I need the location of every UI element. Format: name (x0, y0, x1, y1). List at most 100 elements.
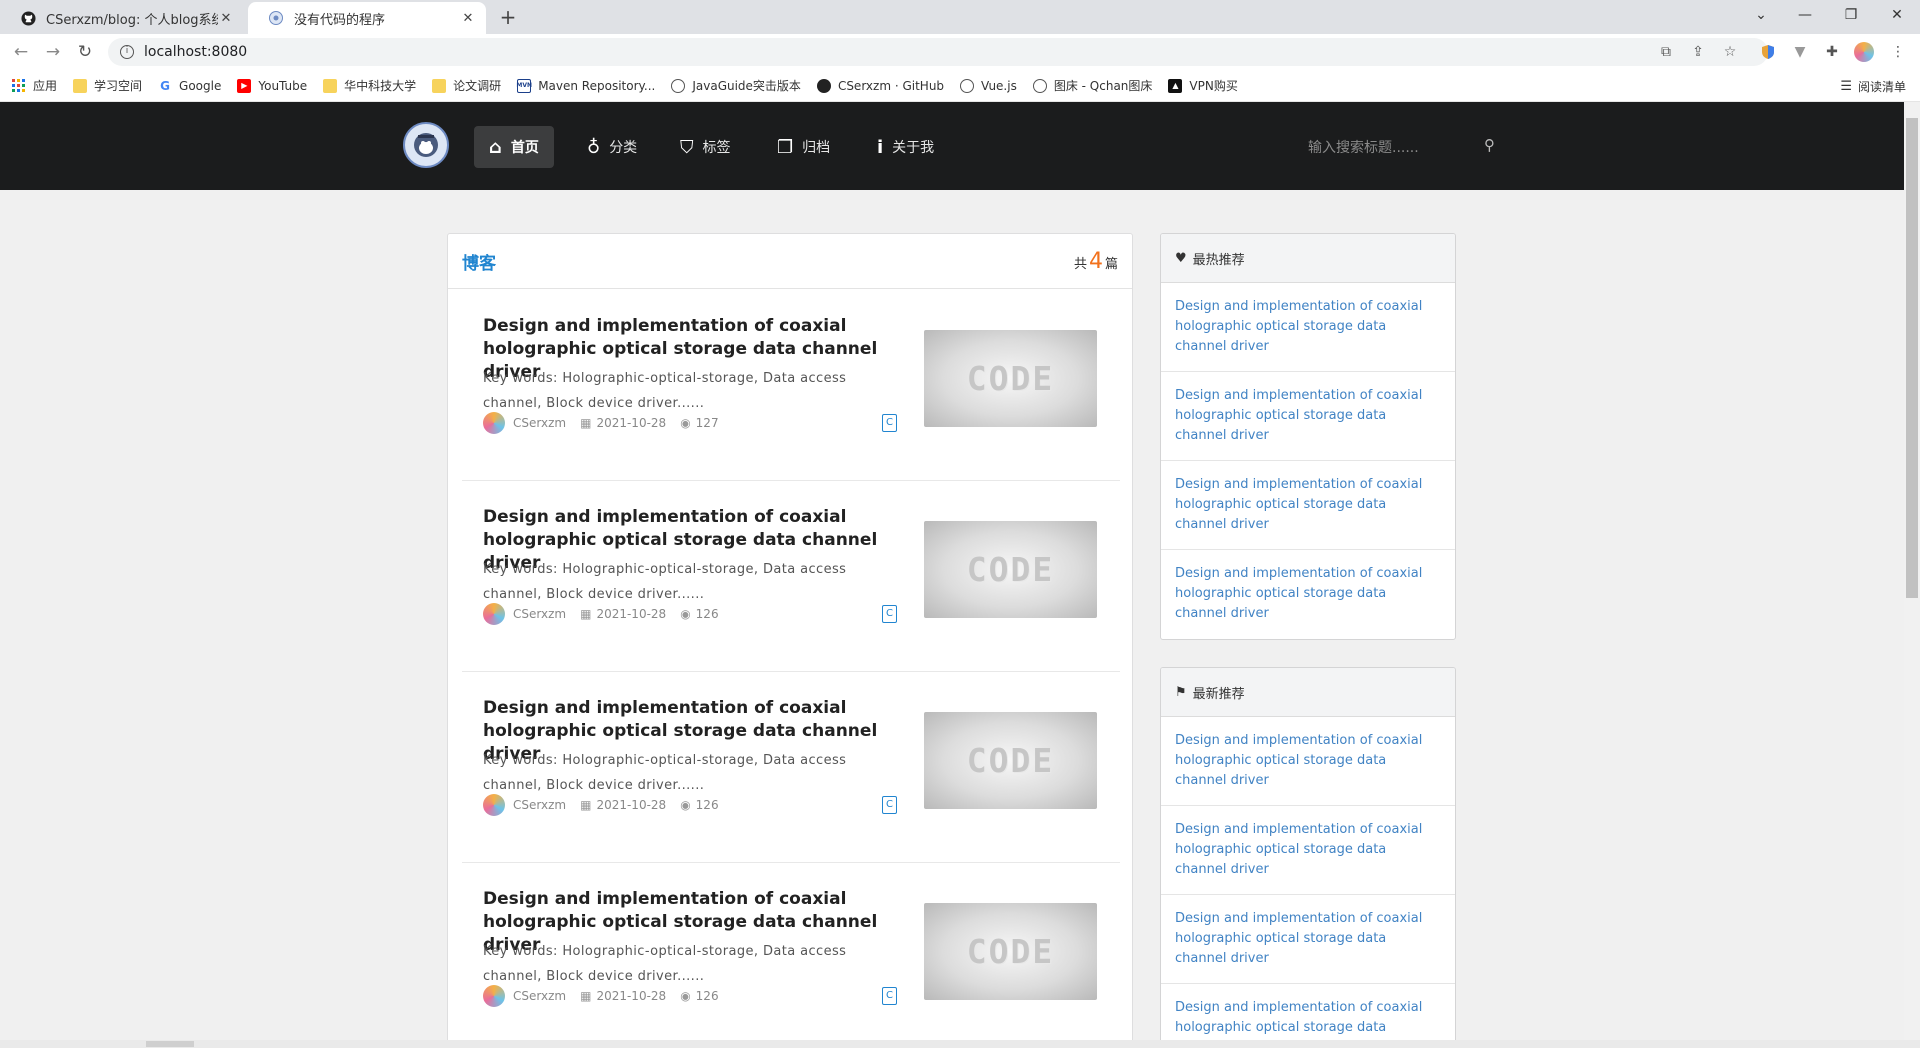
nav-about[interactable]: i 关于我 (862, 126, 949, 168)
back-icon[interactable]: ← (10, 41, 32, 63)
search-placeholder: 输入搜索标题...... (1308, 140, 1419, 156)
post-thumbnail[interactable]: CODE (924, 330, 1097, 427)
post-thumbnail[interactable]: CODE (924, 521, 1097, 618)
search-input[interactable]: 输入搜索标题...... (1308, 133, 1508, 161)
post-meta: CSerxzm ▦ 2021-10-28 ◉ 126 (483, 985, 733, 1007)
share-icon[interactable]: ⇪ (1688, 42, 1708, 62)
recommend-link[interactable]: Design and implementation of coaxial hol… (1161, 717, 1455, 806)
bookmark-folder[interactable]: 学习空间 (73, 77, 142, 94)
avatar (483, 412, 505, 434)
reading-list[interactable]: ☰ 阅读清单 (1840, 78, 1906, 95)
site-logo[interactable] (403, 122, 449, 168)
views-text: 127 (695, 416, 719, 430)
bookmark-label: 应用 (33, 79, 58, 93)
post-excerpt: Key words: Holographic-optical-storage, … (483, 753, 847, 793)
count-suffix: 篇 (1104, 256, 1118, 272)
avatar (483, 603, 505, 625)
bookmark-vue[interactable]: Vue.js (960, 78, 1017, 93)
forward-icon[interactable]: → (42, 41, 64, 63)
tags-icon: ⛉ (680, 136, 694, 158)
panel-header: ⚑ 最新推荐 (1161, 668, 1455, 717)
recommend-link[interactable]: Design and implementation of coaxial hol… (1161, 550, 1455, 639)
nav-label: 标签 (702, 140, 731, 156)
post-meta: CSerxzm ▦ 2021-10-28 ◉ 126 (483, 794, 733, 816)
bookmark-vpn[interactable]: ▲ VPN购买 (1168, 77, 1238, 94)
recommend-link[interactable]: Design and implementation of coaxial hol… (1161, 806, 1455, 895)
calendar-icon: ▦ (580, 607, 592, 621)
post-author: CSerxzm (513, 798, 567, 812)
menu-dots-icon[interactable]: ⋮ (1888, 42, 1908, 62)
tab-search-icon[interactable]: ⌄ (1738, 0, 1784, 30)
recommend-link[interactable]: Design and implementation of coaxial hol… (1161, 895, 1455, 984)
extension-shield-icon[interactable] (1758, 42, 1778, 62)
nav-home[interactable]: ⌂ 首页 (474, 126, 554, 168)
nav-category[interactable]: ♁ 分类 (572, 126, 652, 168)
bookmark-label: 华中科技大学 (344, 79, 417, 93)
bookmark-qchan[interactable]: 图床 - Qchan图床 (1032, 77, 1152, 94)
horizontal-scrollbar[interactable] (0, 1040, 1920, 1048)
new-tab-button[interactable]: + (496, 6, 520, 30)
star-icon[interactable]: ☆ (1720, 42, 1740, 62)
views-text: 126 (695, 607, 719, 621)
profile-avatar[interactable] (1854, 42, 1874, 62)
bookmark-google[interactable]: G Google (158, 79, 221, 93)
scrollbar-thumb[interactable] (146, 1041, 194, 1047)
close-icon[interactable]: ✕ (218, 11, 234, 26)
bookmark-label: CSerxzm · GitHub (837, 78, 945, 93)
bookmark-apps[interactable]: 应用 (12, 77, 57, 94)
post-item: Design and implementation of coaxial hol… (462, 672, 1120, 863)
github-icon (20, 10, 36, 26)
bookmark-javaguide[interactable]: JavaGuide突击版本 (671, 77, 801, 94)
puzzle-icon[interactable]: ✚ (1822, 42, 1842, 62)
search-icon[interactable]: ⚲ (1484, 136, 1495, 154)
bookmark-youtube[interactable]: ▶ YouTube (237, 78, 307, 93)
extension-filter-icon[interactable]: ▼ (1790, 42, 1810, 62)
recommend-link[interactable]: Design and implementation of coaxial hol… (1161, 283, 1455, 372)
scrollbar-thumb[interactable] (1906, 118, 1918, 598)
post-thumbnail[interactable]: CODE (924, 712, 1097, 809)
reading-list-label: 阅读清单 (1857, 80, 1906, 94)
post-views: ◉ 126 (680, 798, 718, 812)
google-icon: G (160, 78, 170, 93)
bookmark-label: Vue.js (981, 78, 1017, 93)
post-tag[interactable]: C (882, 605, 897, 623)
post-date: ▦ 2021-10-28 (580, 989, 666, 1003)
folder-icon (323, 78, 338, 93)
nav-archive[interactable]: ❐ 归档 (762, 126, 845, 168)
tab-blog[interactable]: 没有代码的程序 ✕ (248, 2, 486, 34)
close-window-icon[interactable]: ✕ (1874, 0, 1920, 30)
post-tag[interactable]: C (882, 414, 897, 432)
recommend-link[interactable]: Design and implementation of coaxial hol… (1161, 984, 1455, 1040)
eye-icon: ◉ (680, 607, 691, 621)
avatar (483, 985, 505, 1007)
post-tag[interactable]: C (882, 796, 897, 814)
bookmark-folder[interactable]: 华中科技大学 (323, 77, 416, 94)
apps-icon (12, 78, 26, 93)
translate-icon[interactable]: ⧉ (1656, 42, 1676, 62)
post-excerpt: Key words: Holographic-optical-storage, … (483, 944, 847, 984)
site-info-icon[interactable]: i (120, 45, 134, 59)
tab-github[interactable]: CSerxzm/blog: 个人blog系统 ✕ (0, 2, 244, 34)
bookmarks-bar: 应用 学习空间 G Google ▶ YouTube 华中科技大学 论文调研 M… (0, 70, 1920, 102)
hot-recommend-panel: ♥ 最热推荐 Design and implementation of coax… (1160, 233, 1456, 640)
post-tag[interactable]: C (882, 987, 897, 1005)
reload-icon[interactable]: ↻ (74, 41, 96, 63)
close-icon[interactable]: ✕ (460, 11, 476, 26)
nav-label: 首页 (510, 140, 539, 156)
post-views: ◉ 126 (680, 607, 718, 621)
recommend-link[interactable]: Design and implementation of coaxial hol… (1161, 372, 1455, 461)
bookmark-folder[interactable]: 论文调研 (432, 77, 501, 94)
restore-icon[interactable]: ❐ (1828, 0, 1874, 30)
date-text: 2021-10-28 (596, 607, 667, 621)
recommend-link[interactable]: Design and implementation of coaxial hol… (1161, 461, 1455, 550)
post-date: ▦ 2021-10-28 (580, 607, 666, 621)
address-bar[interactable]: i localhost:8080 (108, 38, 1768, 66)
minimize-icon[interactable]: — (1782, 0, 1828, 30)
post-thumbnail[interactable]: CODE (924, 903, 1097, 1000)
calendar-icon: ▦ (580, 416, 592, 430)
bookmark-github[interactable]: CSerxzm · GitHub (816, 78, 945, 93)
bookmark-maven[interactable]: MVN Maven Repository... (516, 78, 655, 93)
nav-tags[interactable]: ⛉ 标签 (665, 126, 746, 168)
nav-label: 关于我 (892, 140, 935, 156)
count-number: 4 (1088, 248, 1103, 274)
